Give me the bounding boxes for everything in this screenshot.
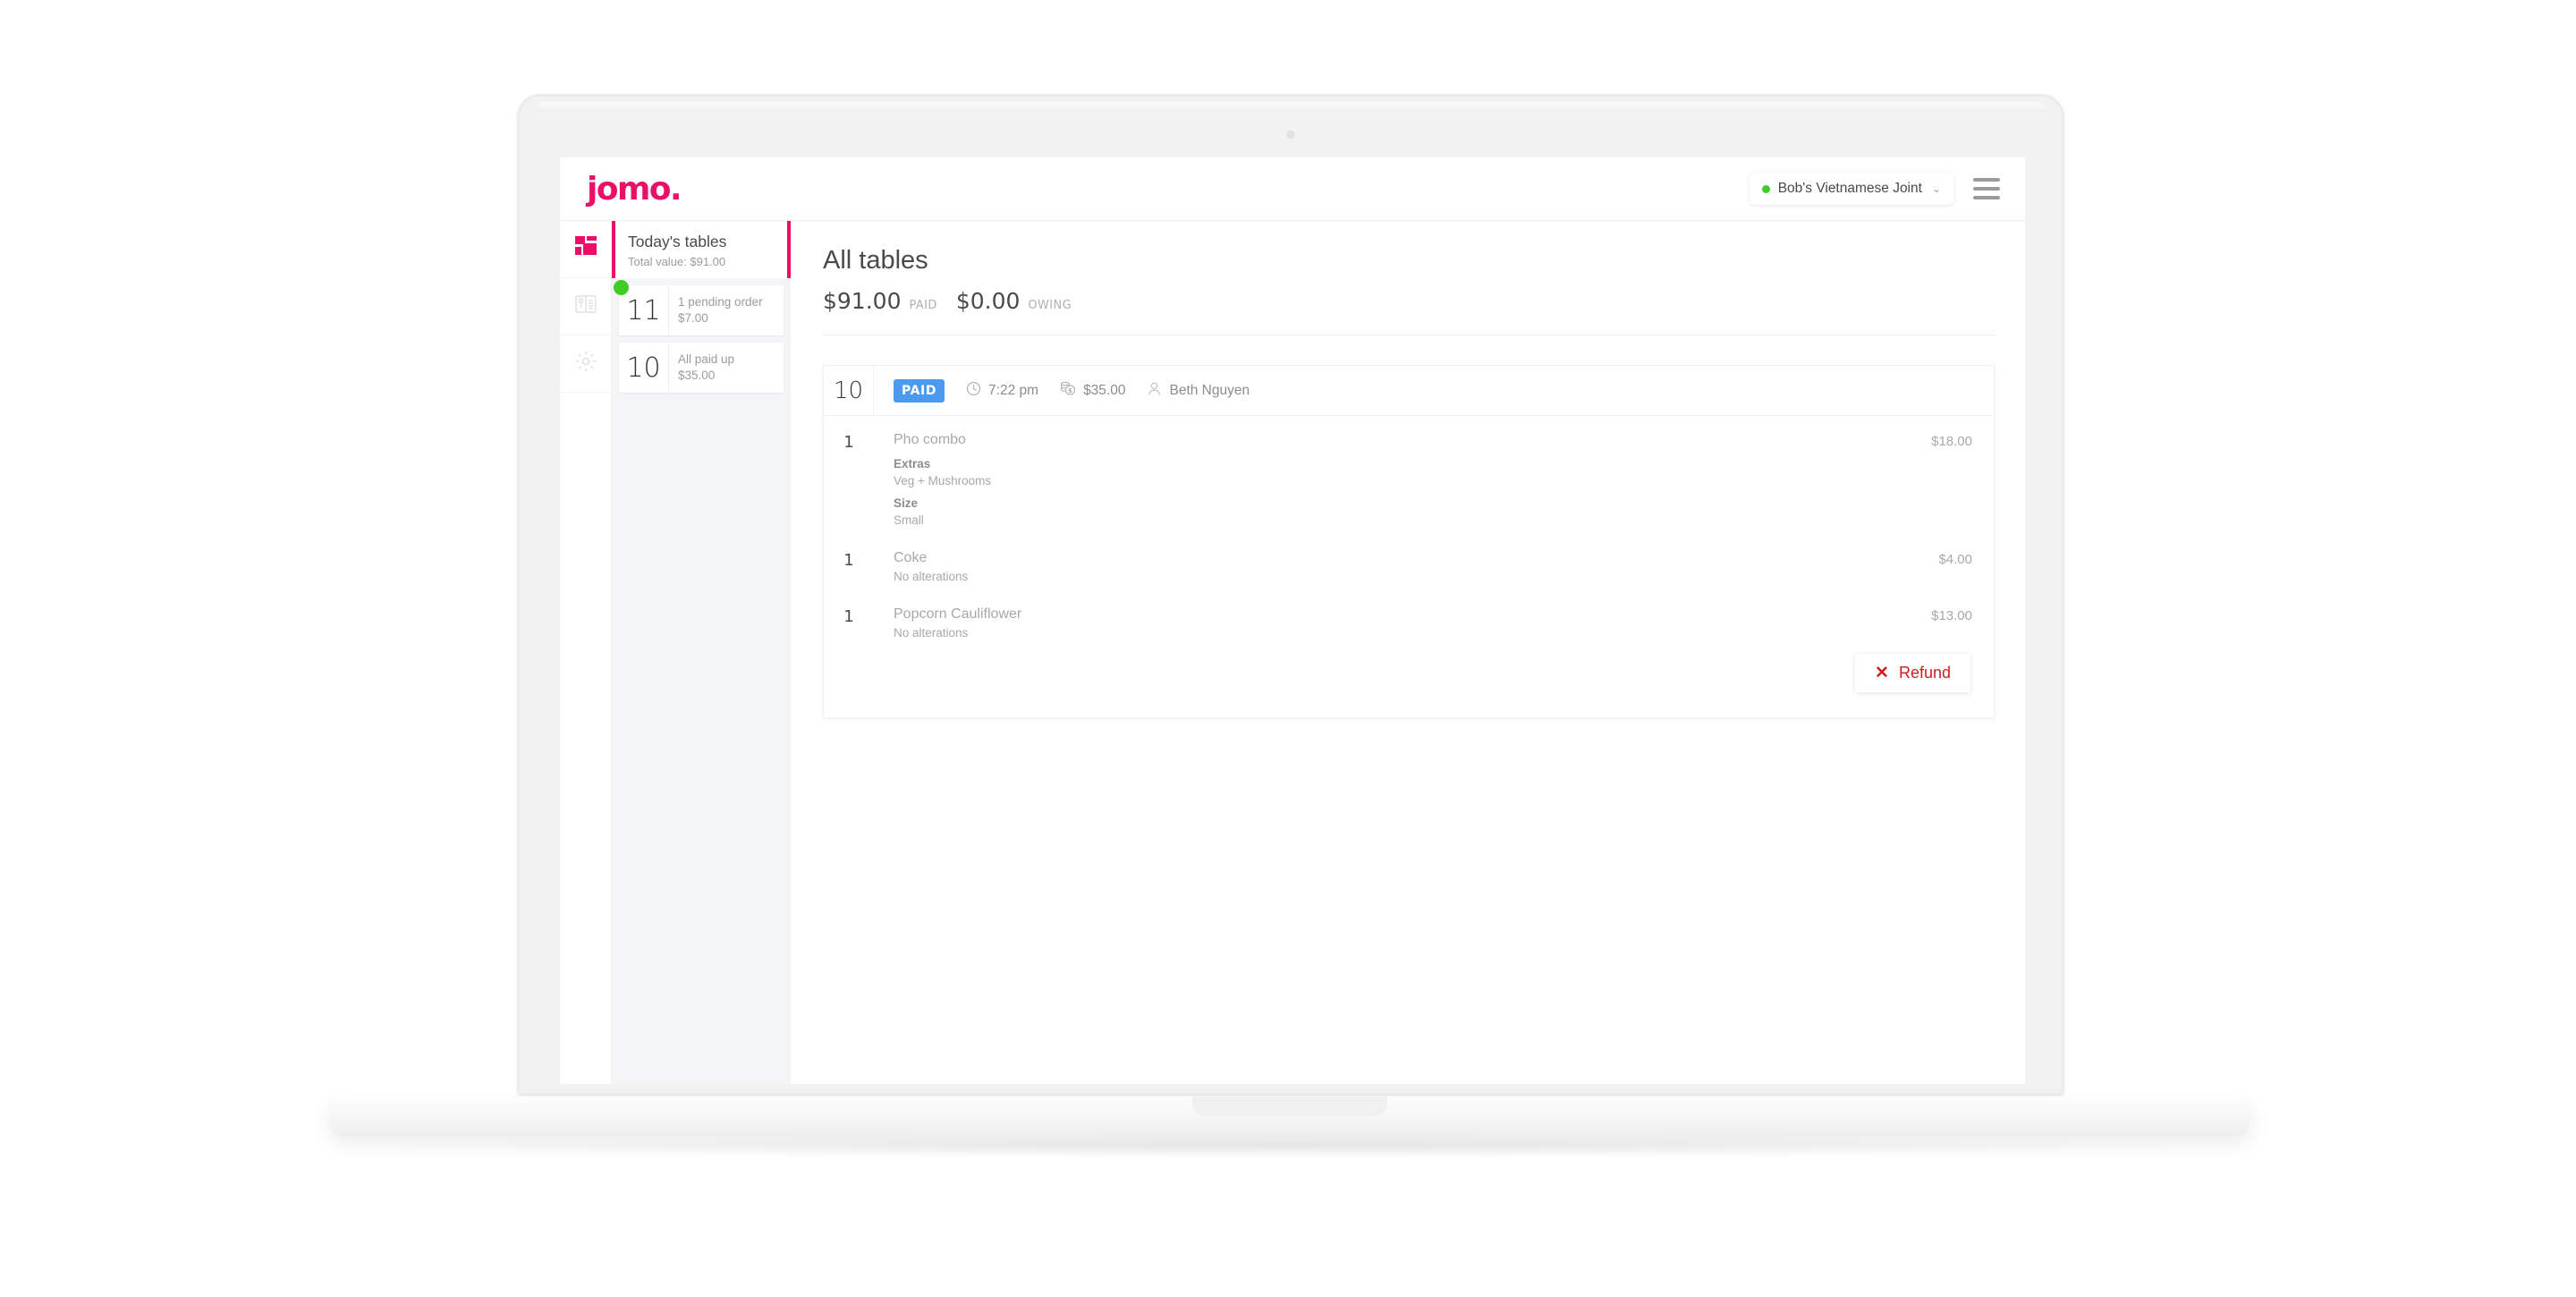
table-list-item[interactable]: 10 All paid up $35.00 [619,343,784,393]
sidebar-item-dashboard[interactable] [560,221,611,278]
line-item-price: $4.00 [1938,552,1972,567]
page-title: All tables [823,246,928,275]
app-logo[interactable]: jomo. [587,171,682,208]
line-item-note: No alterations [894,626,969,640]
clock-icon [966,381,981,401]
webcam-icon [1286,131,1295,139]
order-table-number: 10 [824,365,874,416]
table-status-line: 1 pending order [678,295,763,309]
venue-selector[interactable]: Bob's Vietnamese Joint ⌄ [1749,173,1953,205]
hamburger-bar [1973,187,2000,191]
order-card-header: 10 PAID 7:22 pm $35.00 Beth Nguyen [824,365,1994,416]
sidebar-icon-rail [560,221,612,1084]
dashboard-grid-icon [574,235,597,263]
tables-panel: Today's tables Total value: $91.00 11 1 … [612,221,791,1084]
table-meta: All paid up $35.00 [669,343,734,393]
top-bar: jomo. Bob's Vietnamese Joint ⌄ [560,157,2025,221]
hamburger-bar [1973,196,2000,199]
laptop-base [329,1097,2250,1136]
line-item-body: Coke No alterations [874,550,1938,583]
close-x-icon: ✕ [1875,664,1889,682]
order-header-info: PAID 7:22 pm $35.00 Beth Nguyen [874,378,1250,403]
order-customer-label: Beth Nguyen [1169,382,1250,398]
line-item-name: Coke [894,550,928,565]
status-badge: PAID [894,378,945,403]
line-spacer [824,583,1994,606]
settings-gear-icon [574,350,597,377]
chevron-down-icon: ⌄ [1931,182,1941,195]
sidebar-item-menu[interactable] [560,278,611,335]
table-meta: 1 pending order $7.00 [669,285,763,335]
totals-summary: $91.00 PAID $0.00 OWING [823,288,1995,314]
line-item-name: Popcorn Cauliflower [894,606,1022,622]
tables-panel-header: Today's tables Total value: $91.00 [612,221,791,278]
order-line-item: 1 Popcorn Cauliflower No alterations $13… [824,606,1994,640]
order-line-item: 1 Coke No alterations $4.00 [824,550,1994,583]
table-list-item[interactable]: 11 1 pending order $7.00 [614,280,784,335]
person-icon [1147,381,1162,401]
line-item-qty: 1 [843,433,854,452]
main-content: All tables $91.00 PAID $0.00 OWING 10 PA… [791,221,2025,1084]
line-item-body: Popcorn Cauliflower No alterations [874,606,1931,640]
table-amount: $7.00 [678,310,708,325]
order-line-items: 1 Pho combo Extras Veg + Mushrooms Size … [824,416,1994,647]
paid-amount-label: PAID [909,299,937,312]
line-item-qty: 1 [843,607,854,626]
line-item-option-label: Extras [894,457,931,470]
line-item-option-value: Veg + Mushrooms [894,474,992,487]
coins-money-icon [1060,381,1076,401]
venue-online-status-icon [1761,184,1770,193]
lid-gloss [536,102,2046,111]
hamburger-menu-icon[interactable] [1973,178,2000,199]
top-bar-right: Bob's Vietnamese Joint ⌄ [1749,173,2000,205]
menu-book-icon [574,292,597,320]
laptop-shadow [385,1134,2191,1157]
tables-panel-subtitle: Total value: $91.00 [628,254,726,268]
line-item-body: Pho combo Extras Veg + Mushrooms Size Sm… [874,432,1931,527]
table-status-line: All paid up [678,352,735,366]
pending-order-status-icon [614,280,629,295]
order-time-label: 7:22 pm [988,382,1039,398]
line-spacer [824,527,1994,550]
owing-amount-label: OWING [1028,299,1072,312]
table-amount: $35.00 [678,368,716,382]
laptop-notch [1192,1097,1387,1116]
order-actions: ✕ Refund [824,647,1994,717]
table-number: 10 [619,343,669,393]
line-item-option-value: Small [894,513,924,527]
screenshot-scene: jomo. Bob's Vietnamese Joint ⌄ Today's t… [0,0,2576,1297]
order-customer-chip: Beth Nguyen [1147,381,1250,401]
order-time-chip: 7:22 pm [966,381,1038,401]
refund-button-label: Refund [1898,664,1951,682]
venue-name-label: Bob's Vietnamese Joint [1777,181,1922,196]
app-screen: jomo. Bob's Vietnamese Joint ⌄ Today's t… [560,157,2025,1084]
sidebar-item-settings[interactable] [560,335,611,393]
order-total-label: $35.00 [1083,382,1126,398]
line-item-name: Pho combo [894,432,966,447]
tables-panel-title: Today's tables [628,233,727,250]
order-total-chip: $35.00 [1060,381,1125,401]
paid-amount: $91.00 [823,288,902,314]
line-item-qty: 1 [843,551,854,570]
line-item-price: $18.00 [1931,434,1972,449]
line-item-option-label: Size [894,496,919,510]
owing-amount: $0.00 [955,288,1021,314]
hamburger-bar [1973,178,2000,182]
order-card: 10 PAID 7:22 pm $35.00 Beth Nguyen 1 Pho… [823,365,1995,718]
refund-button[interactable]: ✕ Refund [1855,654,1970,692]
line-item-note: No alterations [894,570,969,583]
line-item-price: $13.00 [1931,608,1972,623]
order-line-item: 1 Pho combo Extras Veg + Mushrooms Size … [824,432,1994,527]
